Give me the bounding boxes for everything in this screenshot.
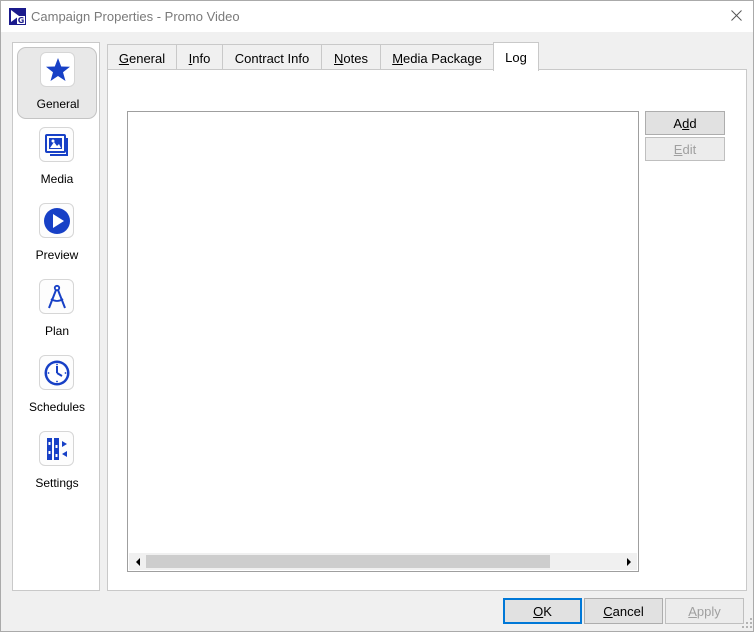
dialog-window: G Campaign Properties - Promo Video Gene… — [0, 0, 754, 632]
window-title: Campaign Properties - Promo Video — [31, 9, 240, 24]
horizontal-scrollbar[interactable] — [129, 553, 637, 570]
tab-info[interactable]: Info — [176, 44, 223, 71]
star-icon — [40, 52, 75, 87]
scroll-right-arrow-icon[interactable] — [620, 553, 637, 570]
close-icon — [730, 9, 742, 24]
close-button[interactable] — [719, 1, 753, 32]
cancel-button[interactable]: Cancel — [584, 598, 663, 624]
sidebar-item-label: General — [36, 97, 80, 111]
scroll-left-arrow-icon[interactable] — [129, 553, 146, 570]
sidebar-item-general[interactable]: General — [17, 47, 97, 119]
settings-icon — [39, 431, 74, 466]
sidebar-nav: General Media Preview Plan Schedules Set… — [12, 42, 100, 591]
play-icon — [39, 203, 74, 238]
tab-media-package[interactable]: Media Package — [380, 44, 494, 71]
clock-icon — [39, 355, 74, 390]
sidebar-item-label: Preview — [35, 248, 79, 262]
sidebar-item-plan[interactable]: Plan — [17, 275, 97, 347]
sidebar-item-label: Plan — [44, 324, 70, 338]
scrollbar-thumb[interactable] — [146, 555, 550, 568]
sidebar-item-preview[interactable]: Preview — [17, 199, 97, 271]
edit-button[interactable]: Edit — [645, 137, 725, 161]
apply-button[interactable]: Apply — [665, 598, 744, 624]
sidebar-item-label: Schedules — [28, 400, 86, 414]
app-logo-icon: G — [9, 8, 26, 25]
svg-text:G: G — [18, 16, 25, 25]
resize-grip-icon[interactable] — [741, 617, 753, 629]
log-list[interactable] — [127, 111, 639, 572]
ok-button[interactable]: OK — [503, 598, 582, 624]
sidebar-item-label: Settings — [35, 476, 79, 490]
tab-general[interactable]: General — [107, 44, 177, 71]
add-button[interactable]: Add — [645, 111, 725, 135]
tab-notes[interactable]: Notes — [321, 44, 381, 71]
title-bar: G Campaign Properties - Promo Video — [1, 1, 753, 32]
sidebar-item-media[interactable]: Media — [17, 123, 97, 195]
sidebar-item-settings[interactable]: Settings — [17, 427, 97, 499]
sidebar-item-schedules[interactable]: Schedules — [17, 351, 97, 423]
tab-bar: General Info Contract Info Notes Media P… — [107, 42, 747, 71]
compass-icon — [39, 279, 74, 314]
tab-contract-info[interactable]: Contract Info — [222, 44, 322, 71]
tab-log[interactable]: Log — [493, 42, 539, 71]
media-icon — [39, 127, 74, 162]
sidebar-item-label: Media — [40, 172, 74, 186]
